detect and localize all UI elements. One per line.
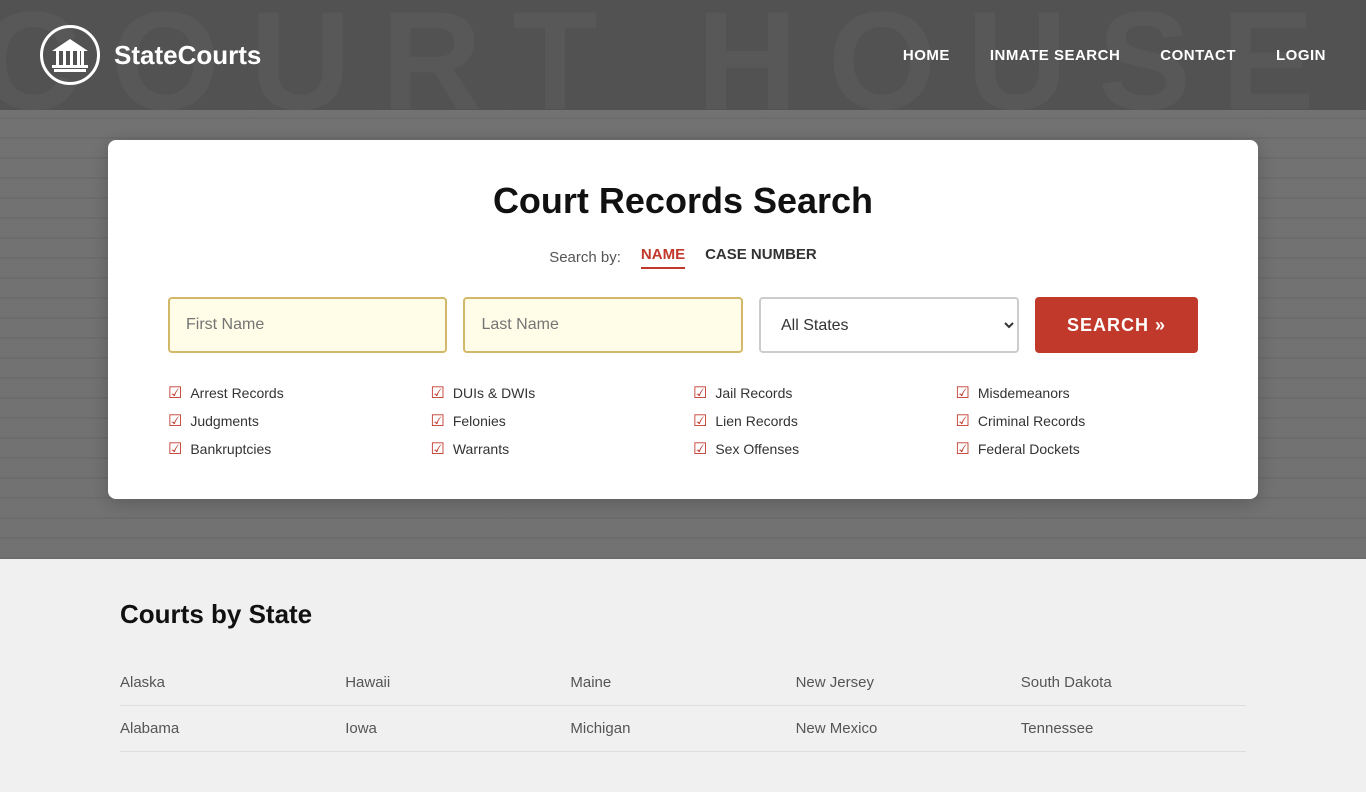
feature-label: Judgments — [190, 413, 258, 429]
feature-item: ☑ Lien Records — [693, 411, 936, 431]
feature-item: ☑ Bankruptcies — [168, 439, 411, 459]
feature-label: Sex Offenses — [715, 441, 799, 457]
check-icon: ☑ — [168, 383, 182, 403]
state-column: New JerseyNew Mexico — [796, 660, 1021, 752]
state-column: AlaskaAlabama — [120, 660, 345, 752]
state-link[interactable]: South Dakota — [1021, 660, 1246, 706]
feature-label: Warrants — [453, 441, 509, 457]
main-nav: HOME INMATE SEARCH CONTACT LOGIN — [903, 47, 1326, 64]
feature-item: ☑ Warrants — [431, 439, 674, 459]
feature-label: Jail Records — [715, 385, 792, 401]
state-select[interactable]: All StatesAlabamaAlaskaArizonaArkansasCa… — [759, 297, 1019, 353]
feature-item: ☑ DUIs & DWIs — [431, 383, 674, 403]
feature-item: ☑ Felonies — [431, 411, 674, 431]
state-link[interactable]: Michigan — [570, 706, 795, 752]
feature-item: ☑ Misdemeanors — [956, 383, 1199, 403]
feature-item: ☑ Federal Dockets — [956, 439, 1199, 459]
state-column: MaineMichigan — [570, 660, 795, 752]
nav-home[interactable]: HOME — [903, 47, 950, 64]
logo-area: StateCourts — [40, 25, 261, 85]
state-link[interactable]: Maine — [570, 660, 795, 706]
feature-label: Arrest Records — [190, 385, 283, 401]
state-link[interactable]: New Jersey — [796, 660, 1021, 706]
check-icon: ☑ — [168, 439, 182, 459]
feature-label: Felonies — [453, 413, 506, 429]
features-grid: ☑ Arrest Records ☑ DUIs & DWIs ☑ Jail Records… — [168, 383, 1198, 459]
header: StateCourts HOME INMATE SEARCH CONTACT L… — [0, 0, 1366, 110]
tab-case-number[interactable]: CASE NUMBER — [705, 246, 817, 269]
check-icon: ☑ — [956, 439, 970, 459]
feature-label: DUIs & DWIs — [453, 385, 535, 401]
feature-item: ☑ Jail Records — [693, 383, 936, 403]
state-column: HawaiiIowa — [345, 660, 570, 752]
feature-item: ☑ Judgments — [168, 411, 411, 431]
first-name-input[interactable] — [168, 297, 447, 353]
feature-label: Lien Records — [715, 413, 798, 429]
search-by-row: Search by: NAME CASE NUMBER — [168, 246, 1198, 269]
state-link[interactable]: Iowa — [345, 706, 570, 752]
state-link[interactable]: New Mexico — [796, 706, 1021, 752]
search-by-label: Search by: — [549, 249, 621, 266]
feature-item: ☑ Criminal Records — [956, 411, 1199, 431]
nav-contact[interactable]: CONTACT — [1160, 47, 1236, 64]
search-form: All StatesAlabamaAlaskaArizonaArkansasCa… — [168, 297, 1198, 353]
states-grid: AlaskaAlabamaHawaiiIowaMaineMichiganNew … — [120, 660, 1246, 752]
feature-label: Bankruptcies — [190, 441, 271, 457]
logo-text: StateCourts — [114, 40, 261, 71]
feature-item: ☑ Sex Offenses — [693, 439, 936, 459]
feature-item: ☑ Arrest Records — [168, 383, 411, 403]
courts-title: Courts by State — [120, 599, 1246, 630]
feature-label: Misdemeanors — [978, 385, 1070, 401]
logo-icon — [40, 25, 100, 85]
feature-label: Criminal Records — [978, 413, 1085, 429]
bottom-section: Courts by State AlaskaAlabamaHawaiiIowaM… — [0, 559, 1366, 792]
check-icon: ☑ — [693, 383, 707, 403]
nav-login[interactable]: LOGIN — [1276, 47, 1326, 64]
search-button[interactable]: SEARCH » — [1035, 297, 1198, 353]
check-icon: ☑ — [693, 411, 707, 431]
state-link[interactable]: Alaska — [120, 660, 345, 706]
search-card: Court Records Search Search by: NAME CAS… — [108, 140, 1258, 499]
page-title: Court Records Search — [168, 180, 1198, 222]
main-section: Court Records Search Search by: NAME CAS… — [0, 110, 1366, 559]
tab-name[interactable]: NAME — [641, 246, 685, 269]
check-icon: ☑ — [956, 383, 970, 403]
check-icon: ☑ — [431, 439, 445, 459]
check-icon: ☑ — [693, 439, 707, 459]
check-icon: ☑ — [431, 383, 445, 403]
check-icon: ☑ — [956, 411, 970, 431]
state-link[interactable]: Tennessee — [1021, 706, 1246, 752]
feature-label: Federal Dockets — [978, 441, 1080, 457]
check-icon: ☑ — [431, 411, 445, 431]
check-icon: ☑ — [168, 411, 182, 431]
state-column: South DakotaTennessee — [1021, 660, 1246, 752]
state-link[interactable]: Hawaii — [345, 660, 570, 706]
nav-inmate-search[interactable]: INMATE SEARCH — [990, 47, 1120, 64]
last-name-input[interactable] — [463, 297, 742, 353]
state-link[interactable]: Alabama — [120, 706, 345, 752]
